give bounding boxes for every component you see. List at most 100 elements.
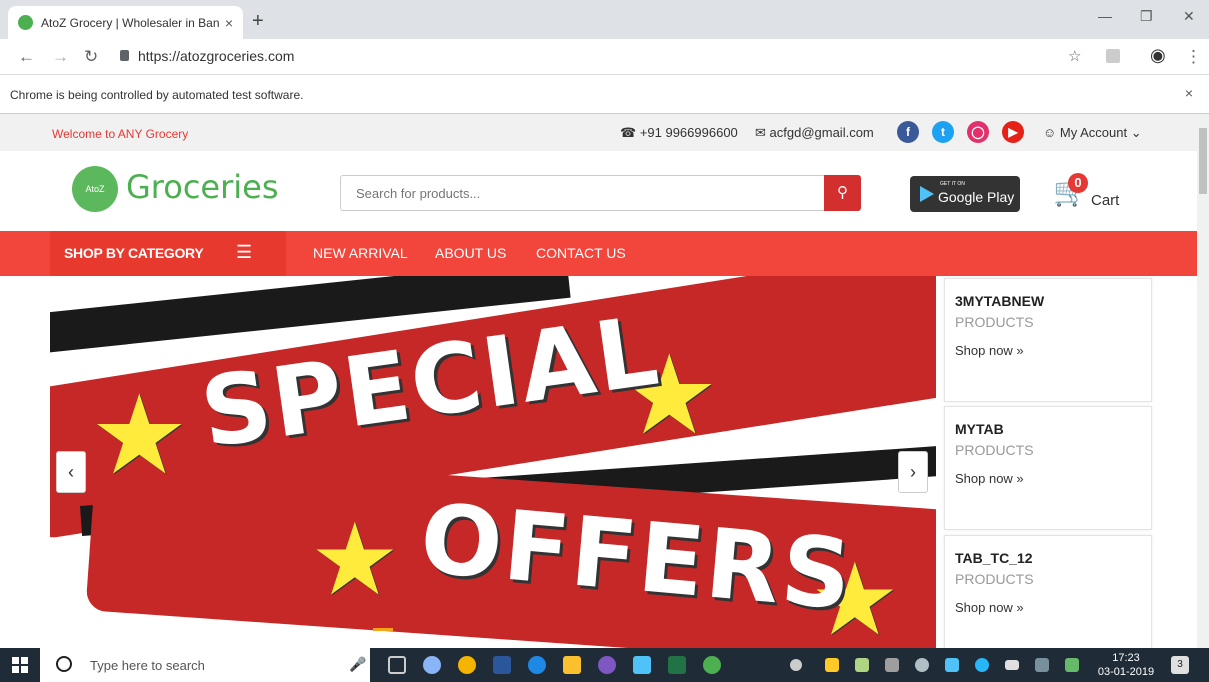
shop-now-link[interactable]: Shop now » xyxy=(955,343,1024,358)
word-icon[interactable] xyxy=(493,656,511,674)
extension-icon[interactable] xyxy=(1106,49,1120,63)
web-page: Welcome to ANY Grocery ☎ +91 9966996600 … xyxy=(0,114,1197,648)
minimize-icon[interactable]: — xyxy=(1098,8,1112,24)
address-bar-row: ← → ↻ https://atozgroceries.com ☆ ◉ ⋮ xyxy=(0,39,1209,75)
tray-icon[interactable] xyxy=(855,658,869,672)
clock-date: 03-01-2019 xyxy=(1097,666,1155,678)
card-title: TAB_TC_12 xyxy=(955,550,1033,566)
category-card[interactable]: TAB_TC_12 PRODUCTS Shop now » xyxy=(944,535,1152,648)
shop-by-category-button[interactable]: SHOP BY CATEGORY ☰ xyxy=(50,231,286,276)
menu-dots-icon[interactable]: ⋮ xyxy=(1185,47,1202,67)
browser-tab-strip: AtoZ Grocery | Wholesaler in Ban × + — ❐… xyxy=(0,0,1209,39)
browser-tab[interactable]: AtoZ Grocery | Wholesaler in Ban × xyxy=(8,6,243,39)
email-contact[interactable]: ✉ acfgd@gmail.com xyxy=(755,125,874,141)
infobar-text: Chrome is being controlled by automated … xyxy=(10,88,304,102)
product-search-input[interactable] xyxy=(340,175,826,211)
card-subtitle: PRODUCTS xyxy=(955,571,1034,587)
windows-start-icon[interactable] xyxy=(12,657,28,673)
excel-icon[interactable] xyxy=(668,656,686,674)
cart-count-badge: 0 xyxy=(1068,173,1088,193)
logo-cart-icon[interactable]: AtoZ xyxy=(72,166,118,212)
bookmark-star-icon[interactable]: ☆ xyxy=(1068,47,1081,65)
task-view-icon[interactable] xyxy=(388,656,406,674)
automation-infobar: Chrome is being controlled by automated … xyxy=(0,75,1209,114)
youtube-icon[interactable]: ▶ xyxy=(1002,121,1024,143)
site-favicon-icon xyxy=(18,15,33,30)
shop-now-link[interactable]: Shop now » xyxy=(955,600,1024,615)
hero-banner-slider[interactable]: ★ ★ ★ ★ SPECIAL OFFERS ‹ › xyxy=(50,276,936,648)
google-play-button[interactable]: GET IT ON Google Play xyxy=(910,176,1020,212)
battery-icon[interactable] xyxy=(1005,660,1019,670)
star-icon: ★ xyxy=(90,374,189,497)
page-scrollbar[interactable] xyxy=(1197,114,1209,648)
phone-contact[interactable]: ☎ +91 9966996600 xyxy=(620,125,738,141)
nav-about-us[interactable]: ABOUT US xyxy=(435,245,506,261)
cortana-icon xyxy=(56,656,72,672)
card-title: MYTAB xyxy=(955,421,1004,437)
cart-label[interactable]: Cart xyxy=(1091,192,1119,209)
network-app-icon[interactable] xyxy=(423,656,441,674)
site-header: AtoZ Groceries ⚲ GET IT ON Google Play 🛒… xyxy=(0,151,1197,231)
forward-arrow-icon[interactable]: → xyxy=(52,47,69,67)
email-address: acfgd@gmail.com xyxy=(769,125,874,140)
google-play-label: Google Play xyxy=(938,189,1015,205)
app-icon[interactable] xyxy=(633,656,651,674)
window-close-icon[interactable]: ✕ xyxy=(1183,8,1195,25)
tray-icon[interactable] xyxy=(1065,658,1079,672)
facebook-icon[interactable]: f xyxy=(897,121,919,143)
lock-icon xyxy=(120,50,129,61)
main-nav: SHOP BY CATEGORY ☰ NEW ARRIVAL ABOUT US … xyxy=(0,231,1197,276)
welcome-text: Welcome to ANY Grocery xyxy=(52,127,189,141)
tab-close-icon[interactable]: × xyxy=(225,15,233,31)
nav-new-arrival[interactable]: NEW ARRIVAL xyxy=(313,245,408,261)
my-account-menu[interactable]: ☺ My Account ⌄ xyxy=(1043,125,1142,141)
reload-icon[interactable]: ↻ xyxy=(84,47,98,67)
taskbar-clock[interactable]: 17:23 03-01-2019 xyxy=(1093,651,1159,679)
tray-icon[interactable] xyxy=(975,658,989,672)
back-arrow-icon[interactable]: ← xyxy=(18,47,35,67)
instagram-icon[interactable]: ◯ xyxy=(967,121,989,143)
volume-icon[interactable] xyxy=(885,658,899,672)
category-card[interactable]: 3MYTABNEW PRODUCTS Shop now » xyxy=(944,278,1152,402)
slider-indicator[interactable] xyxy=(373,628,393,631)
chrome-icon[interactable] xyxy=(458,656,476,674)
logo-text[interactable]: Groceries xyxy=(126,168,279,206)
card-subtitle: PRODUCTS xyxy=(955,314,1034,330)
phone-number: +91 9966996600 xyxy=(639,125,738,140)
url-field[interactable]: https://atozgroceries.com xyxy=(138,48,294,64)
tab-title: AtoZ Grocery | Wholesaler in Ban xyxy=(41,15,219,30)
google-play-icon xyxy=(920,186,934,202)
profile-icon[interactable]: ◉ xyxy=(1150,45,1166,66)
chrome-active-icon[interactable] xyxy=(703,656,721,674)
shop-now-link[interactable]: Shop now » xyxy=(955,471,1024,486)
star-icon: ★ xyxy=(310,504,400,616)
slider-next-button[interactable]: › xyxy=(898,451,928,493)
clock-time: 17:23 xyxy=(1112,652,1140,664)
slider-prev-button[interactable]: ‹ xyxy=(56,451,86,493)
nav-contact-us[interactable]: CONTACT US xyxy=(536,245,626,261)
restore-icon[interactable]: ❐ xyxy=(1140,8,1153,25)
people-icon[interactable] xyxy=(790,659,802,671)
top-info-bar: Welcome to ANY Grocery ☎ +91 9966996600 … xyxy=(0,114,1197,151)
new-tab-button[interactable]: + xyxy=(252,10,264,33)
twitter-icon[interactable]: t xyxy=(932,121,954,143)
file-explorer-icon[interactable] xyxy=(563,656,581,674)
infobar-close-icon[interactable]: × xyxy=(1185,85,1193,101)
search-button[interactable]: ⚲ xyxy=(824,175,861,211)
edge-icon[interactable] xyxy=(528,656,546,674)
windows-taskbar: Type here to search 🎤 17:23 03-01-2019 3 xyxy=(0,648,1209,682)
app-icon[interactable] xyxy=(598,656,616,674)
category-card[interactable]: MYTAB PRODUCTS Shop now » xyxy=(944,406,1152,530)
taskbar-search-box[interactable]: Type here to search 🎤 xyxy=(40,648,370,682)
card-title: 3MYTABNEW xyxy=(955,293,1045,309)
notification-center-icon[interactable]: 3 xyxy=(1171,656,1189,674)
scrollbar-thumb[interactable] xyxy=(1199,128,1207,194)
tray-icon[interactable] xyxy=(945,658,959,672)
tray-icon[interactable] xyxy=(825,658,839,672)
tray-icon[interactable] xyxy=(915,658,929,672)
google-play-small-text: GET IT ON xyxy=(940,181,965,187)
taskbar-search-placeholder: Type here to search xyxy=(90,658,205,673)
wifi-icon[interactable] xyxy=(1035,658,1049,672)
shop-by-category-label: SHOP BY CATEGORY xyxy=(64,245,204,261)
microphone-icon[interactable]: 🎤 xyxy=(349,656,366,673)
